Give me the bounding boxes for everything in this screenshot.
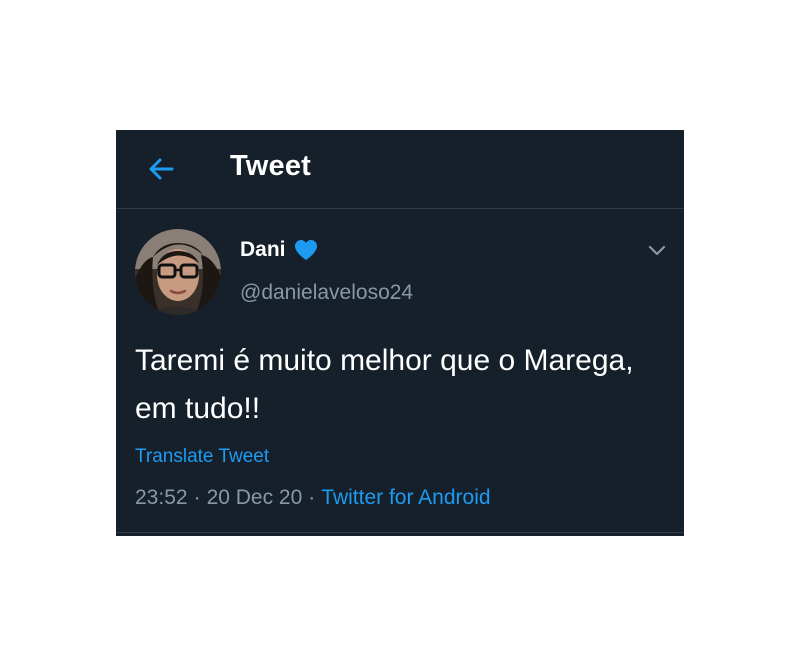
tweet-date: 20 Dec 20: [206, 486, 303, 509]
chevron-down-icon[interactable]: [647, 243, 667, 257]
avatar[interactable]: [135, 229, 221, 315]
tweet-source-link[interactable]: Twitter for Android: [321, 486, 490, 509]
page-title: Tweet: [230, 150, 312, 182]
meta-separator: ·: [308, 486, 316, 509]
meta-separator: ·: [193, 486, 201, 509]
avatar-photo: [135, 229, 221, 315]
tweet-time: 23:52: [135, 486, 188, 509]
tweet-text: Taremi é muito melhor que o Marega, em t…: [135, 344, 634, 425]
divider: [116, 532, 684, 533]
author-name[interactable]: Dani: [240, 238, 286, 262]
tweet-detail-screen: Tweet Dani @danielaveloso24 Taremi é mui…: [116, 130, 684, 536]
tweet-meta: 23:52 · 20 Dec 20 · Twitter for Android: [135, 486, 491, 510]
top-bar: Tweet: [116, 130, 684, 209]
author-row: Dani: [240, 238, 319, 262]
translate-tweet-link[interactable]: Translate Tweet: [135, 446, 269, 468]
arrow-left-icon[interactable]: [146, 154, 176, 184]
author-handle[interactable]: @danielaveloso24: [240, 281, 413, 305]
heart-icon: [294, 240, 317, 260]
